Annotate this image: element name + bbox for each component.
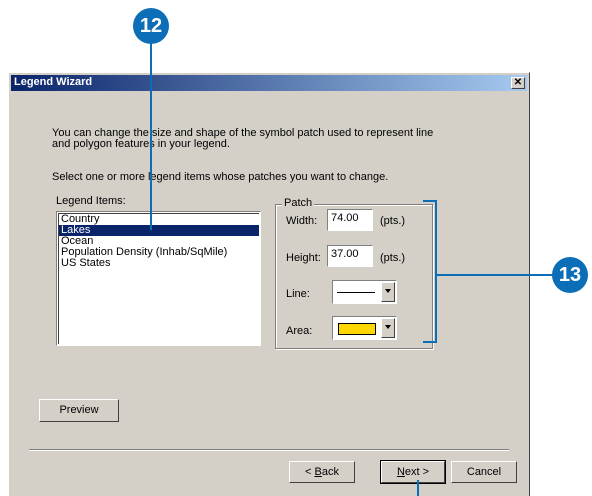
- callout-13-label: 13: [558, 263, 582, 286]
- next-callout-line: [417, 480, 419, 496]
- line-label: Line:: [286, 288, 310, 300]
- legend-items-label: Legend Items:: [56, 195, 126, 207]
- area-label: Area:: [286, 325, 313, 337]
- width-unit: (pts.): [380, 215, 406, 227]
- bracket-connector: [435, 274, 553, 276]
- area-swatch: [338, 323, 376, 335]
- next-button-accesskey: N: [396, 466, 405, 478]
- preview-button-label: Preview: [59, 404, 99, 416]
- width-label: Width:: [286, 215, 318, 227]
- width-field[interactable]: 74.00: [327, 209, 373, 231]
- intro-text-line2: and polygon features in your legend.: [52, 138, 230, 150]
- next-button-label: ext >: [404, 466, 430, 478]
- bracket-vertical: [435, 200, 437, 343]
- height-field[interactable]: 37.00: [327, 245, 373, 267]
- line-swatch: [337, 292, 375, 293]
- area-dropdown-arrow-icon[interactable]: [381, 318, 395, 338]
- window-title: Legend Wizard: [14, 76, 93, 88]
- callout-12-label: 12: [139, 14, 163, 37]
- bracket-bottom: [423, 341, 437, 343]
- back-button-accesskey: B: [314, 466, 322, 478]
- cancel-button[interactable]: Cancel: [451, 461, 517, 483]
- area-fill-dropdown[interactable]: [332, 316, 397, 340]
- title-bar: Legend Wizard ✕: [11, 75, 527, 91]
- cancel-button-label: Cancel: [466, 466, 502, 478]
- preview-button[interactable]: Preview: [39, 399, 119, 422]
- button-separator: [29, 449, 509, 451]
- legend-list-item[interactable]: US States: [59, 258, 259, 269]
- callout-12-line: [150, 42, 152, 230]
- line-dropdown-arrow-icon[interactable]: [381, 282, 395, 302]
- callout-13-badge: 13: [552, 257, 588, 293]
- legend-items-list-inner: Country Lakes Ocean Population Density (Inh…: [58, 213, 259, 344]
- back-button-label: ack: [321, 466, 339, 478]
- next-button[interactable]: Next >: [380, 460, 446, 484]
- instruction-text: Select one or more legend items whose pa…: [52, 171, 389, 183]
- legend-wizard-dialog: Legend Wizard ✕ You can change the size …: [8, 72, 530, 496]
- close-icon[interactable]: ✕: [511, 77, 525, 89]
- height-label: Height:: [286, 252, 321, 264]
- height-unit: (pts.): [380, 252, 406, 264]
- line-style-dropdown[interactable]: [332, 280, 397, 304]
- legend-items-list[interactable]: Country Lakes Ocean Population Density (Inh…: [56, 211, 261, 346]
- patch-group-label: Patch: [282, 197, 315, 209]
- callout-12-badge: 12: [133, 8, 169, 44]
- back-button[interactable]: < Back: [289, 461, 355, 483]
